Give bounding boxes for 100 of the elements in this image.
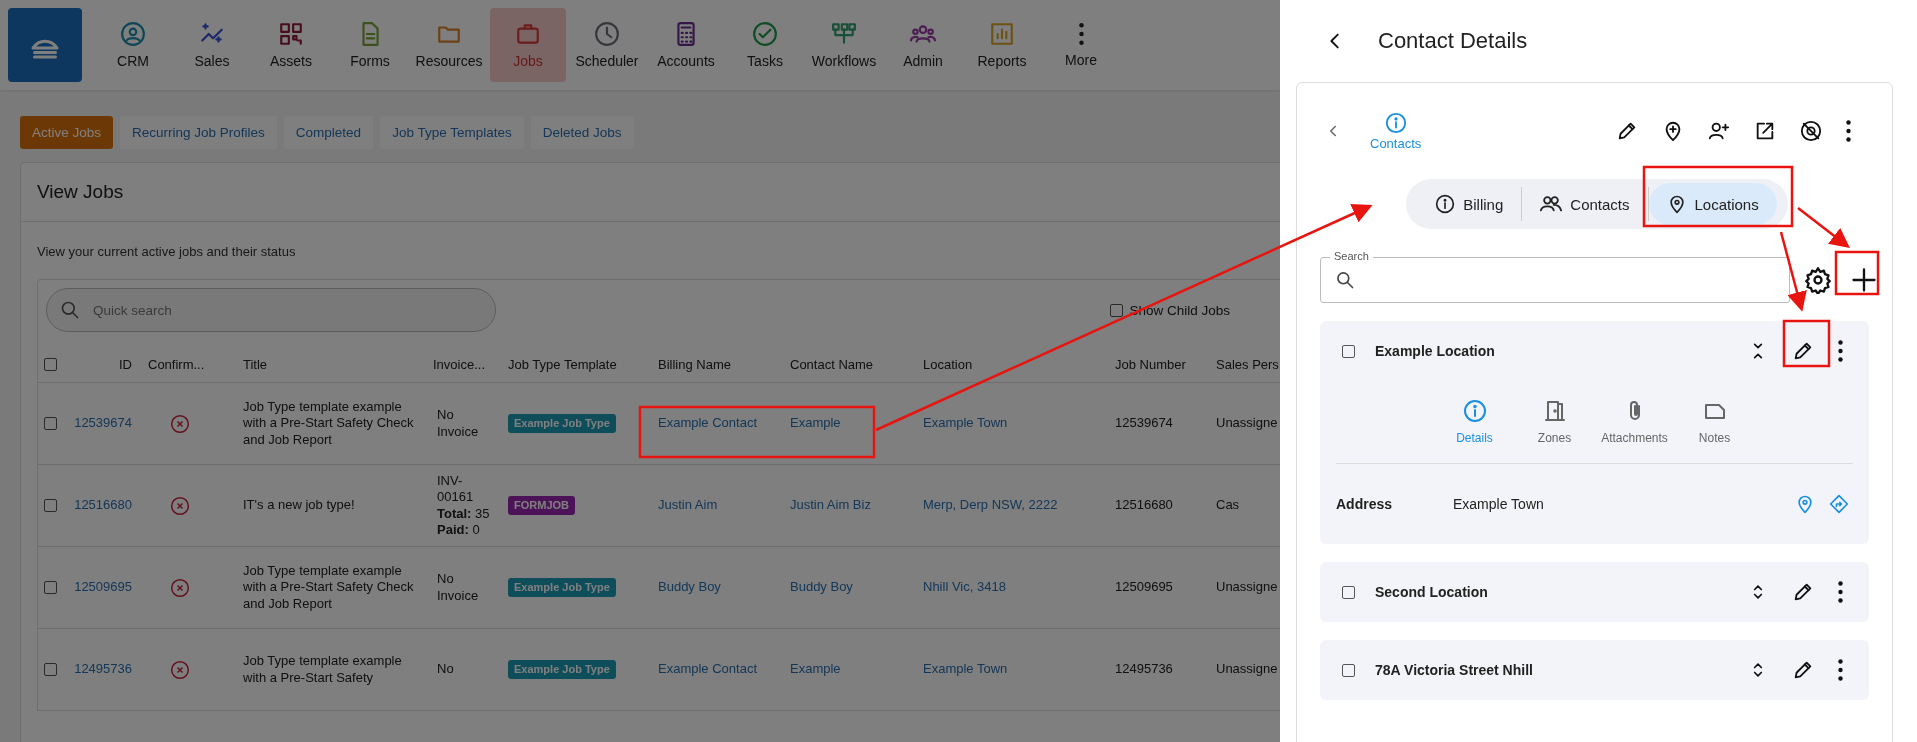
contact-name-link[interactable]: Example xyxy=(790,415,841,432)
job-id-link[interactable]: 12509695 xyxy=(74,579,132,596)
job-title: Job Type template example with a Pre-Start Safety Check and Job Report xyxy=(243,563,415,612)
address-value: Example Town xyxy=(1453,496,1544,512)
job-tab[interactable]: Deleted Jobs xyxy=(530,116,634,149)
contact-name-link[interactable]: Buddy Boy xyxy=(790,579,853,596)
location-checkbox[interactable] xyxy=(1342,585,1355,599)
column-header[interactable]: Job Number xyxy=(1115,356,1186,372)
door-icon xyxy=(1542,399,1567,423)
contact-name-link[interactable]: Example xyxy=(790,661,841,678)
row-checkbox[interactable] xyxy=(44,417,57,430)
job-id-link[interactable]: 12539674 xyxy=(74,415,132,432)
panel-title: Contact Details xyxy=(1378,28,1528,54)
highlight-box xyxy=(1782,319,1831,368)
nav-item[interactable]: Assets xyxy=(253,8,329,82)
detail-tab[interactable]: Zones xyxy=(1523,399,1586,445)
select-all-checkbox[interactable] xyxy=(44,357,57,371)
detail-tab[interactable]: Attachments xyxy=(1603,399,1666,445)
column-header[interactable]: Location xyxy=(923,356,973,372)
bar-chart-icon xyxy=(989,21,1015,47)
search-icon xyxy=(60,300,80,320)
column-header[interactable]: Confirm... xyxy=(148,356,205,372)
field-label: Address xyxy=(1336,496,1394,512)
job-tab[interactable]: Job Type Templates xyxy=(380,116,524,149)
billing-name-link[interactable]: Example Contact xyxy=(658,661,757,678)
location-link[interactable]: Merp, Derp NSW, 2222 xyxy=(923,497,1058,514)
column-header[interactable]: Invoice... xyxy=(433,356,486,372)
row-checkbox[interactable] xyxy=(44,663,57,676)
nav-item[interactable]: Accounts xyxy=(648,8,724,82)
row-checkbox[interactable] xyxy=(44,499,57,512)
sales-person: Unassigne xyxy=(1216,661,1278,678)
job-id-link[interactable]: 12516680 xyxy=(74,497,132,514)
column-header[interactable]: ID xyxy=(119,356,132,372)
invoice-text: INV-00161 xyxy=(437,473,475,506)
settings-icon xyxy=(1804,266,1832,294)
nav-item[interactable]: Scheduler xyxy=(569,8,645,82)
detail-tab[interactable]: Notes xyxy=(1683,399,1746,445)
nav-item[interactable]: Sales xyxy=(174,8,250,82)
highlight-box xyxy=(1834,250,1880,296)
job-type-badge: Example Job Type xyxy=(508,413,616,434)
column-header[interactable]: Contact Name xyxy=(790,356,874,372)
location-name: Example Location xyxy=(1375,343,1495,359)
job-title: Job Type template example with a Pre-Start Safety Check and Job Report xyxy=(243,399,415,448)
nav-item[interactable]: Reports xyxy=(964,8,1040,82)
job-number: 12539674 xyxy=(1115,415,1173,432)
invoice-text: No xyxy=(437,661,454,678)
nav-item[interactable]: CRM xyxy=(95,8,171,82)
segment-tab[interactable]: Locations xyxy=(1648,183,1777,225)
contact-name-link[interactable]: Justin Aim Biz xyxy=(790,497,871,514)
job-number: 12516680 xyxy=(1115,497,1173,514)
more-vertical-icon xyxy=(1838,340,1843,362)
qr-code-icon xyxy=(278,21,304,47)
column-header[interactable]: Job Type Template xyxy=(508,356,617,372)
nav-item[interactable]: Admin xyxy=(885,8,961,82)
billing-name-link[interactable]: Example Contact xyxy=(658,415,757,432)
location-name: Second Location xyxy=(1375,584,1488,600)
info-icon xyxy=(1462,399,1487,423)
job-title: IT's a new job type! xyxy=(243,497,355,514)
job-type-badge: Example Job Type xyxy=(508,659,616,680)
detail-tab[interactable]: Details xyxy=(1443,399,1506,445)
location-link[interactable]: Example Town xyxy=(923,415,1008,432)
column-header[interactable]: Title xyxy=(243,356,268,372)
contacts-tab[interactable]: Contacts xyxy=(1364,110,1428,152)
search-field[interactable]: Quick search xyxy=(46,288,496,332)
invoice-text: No Invoice xyxy=(437,571,480,604)
app-logo[interactable] xyxy=(8,8,82,82)
nav-item[interactable]: Forms xyxy=(332,8,408,82)
pin-icon xyxy=(1795,494,1815,514)
pencil-icon xyxy=(1792,581,1814,603)
plus-icon xyxy=(1850,266,1878,294)
clock-icon xyxy=(594,21,620,47)
nav-item[interactable]: Resources xyxy=(411,8,487,82)
checkbox[interactable] xyxy=(1110,303,1124,317)
job-tab[interactable]: Completed xyxy=(283,116,374,149)
nav-item[interactable]: Workflows xyxy=(806,8,882,82)
row-checkbox[interactable] xyxy=(44,581,57,594)
job-tab[interactable]: Active Jobs xyxy=(20,116,114,149)
column-header[interactable]: Sales Pers xyxy=(1216,356,1279,372)
person-plus-icon xyxy=(1708,120,1730,142)
briefcase-icon xyxy=(515,21,541,47)
location-checkbox[interactable] xyxy=(1342,344,1355,358)
column-header[interactable]: Billing Name xyxy=(658,356,731,372)
job-type-badge: FORMJOB xyxy=(508,495,575,516)
segment-tab[interactable]: Contacts xyxy=(1522,183,1648,225)
info-icon xyxy=(1384,111,1407,134)
more-vertical-icon xyxy=(1846,120,1851,142)
billing-name-link[interactable]: Justin Aim xyxy=(658,497,718,514)
billing-name-link[interactable]: Buddy Boy xyxy=(658,579,721,596)
more-vertical-icon xyxy=(1838,581,1843,603)
pencil-icon xyxy=(1792,340,1814,362)
location-link[interactable]: Example Town xyxy=(923,661,1008,678)
job-tab[interactable]: Recurring Job Profiles xyxy=(120,116,277,149)
pencil-icon xyxy=(1792,659,1814,681)
nav-item[interactable]: Tasks xyxy=(727,8,803,82)
field-label: Search xyxy=(1330,249,1373,263)
nav-item[interactable]: More xyxy=(1043,8,1119,82)
job-id-link[interactable]: 12495736 xyxy=(74,661,132,678)
location-link[interactable]: Nhill Vic, 3418 xyxy=(923,579,1006,596)
location-checkbox[interactable] xyxy=(1342,663,1355,677)
segment-tab[interactable]: Billing xyxy=(1417,183,1522,225)
